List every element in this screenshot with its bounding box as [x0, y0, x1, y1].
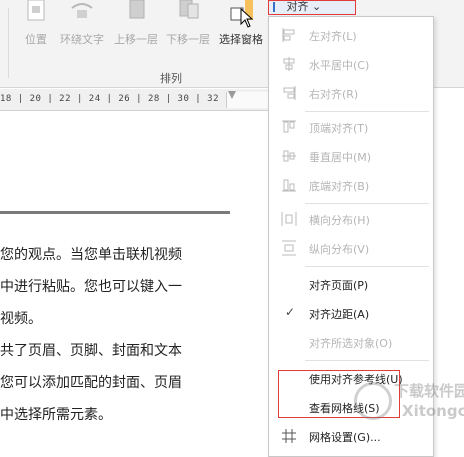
- menu-label: 网格设置(G)...: [309, 431, 381, 444]
- send-backward-button[interactable]: 下移一层: [162, 0, 214, 47]
- wrap-text-button[interactable]: 环绕文字: [54, 0, 110, 47]
- align-bottom-icon: [282, 179, 296, 192]
- ruler-ticks: 18 | 20 | 22 | 24 | 26 | 28 | 30 | 32: [0, 94, 219, 104]
- bring-forward-label: 上移一层: [114, 33, 158, 46]
- horizontal-rule: [0, 211, 230, 214]
- distribute-horizontal-icon: [281, 212, 297, 226]
- menu-separator: [305, 203, 429, 204]
- menu-item-align-page[interactable]: 对齐页面(P): [269, 270, 433, 298]
- ribbon-separator: [8, 8, 9, 78]
- selection-pane-label: 选择窗格: [219, 33, 263, 46]
- send-backward-label: 下移一层: [166, 33, 210, 46]
- document-page[interactable]: 您的观点。当您单击联机视频 中进行粘贴。您也可以键入一 视频。 共了页眉、页脚、…: [0, 112, 268, 457]
- position-icon: [27, 0, 45, 21]
- doc-line-6: 中选择所需元素。: [0, 407, 112, 423]
- menu-item-align-margin[interactable]: ✓ 对齐边距(A): [269, 299, 433, 327]
- align-middle-icon: [282, 150, 296, 162]
- menu-label: 对齐所选对象(O): [309, 337, 393, 350]
- menu-separator: [305, 360, 429, 361]
- menu-item-align-selected[interactable]: 对齐所选对象(O): [269, 328, 433, 356]
- doc-line-3: 视频。: [0, 311, 42, 327]
- chevron-down-icon: ⌄: [312, 0, 322, 13]
- doc-line-4: 共了页眉、页脚、封面和文本: [0, 343, 182, 359]
- mouse-cursor-icon: [240, 8, 254, 28]
- bring-forward-icon: [129, 0, 145, 19]
- align-dropdown-button[interactable]: 对齐 ⌄: [268, 0, 356, 15]
- align-right-icon: [283, 86, 296, 100]
- position-button[interactable]: 位置: [18, 0, 54, 47]
- doc-line-2: 中进行粘贴。您也可以键入一: [0, 279, 182, 295]
- menu-label: 顶端对齐(T): [309, 122, 369, 135]
- grid-settings-icon: [282, 429, 296, 443]
- menu-label: 右对齐(R): [309, 88, 359, 101]
- watermark-logo-icon: [354, 382, 392, 420]
- watermark: 下载软件园 Xitongcheng: [352, 376, 464, 428]
- doc-line-1: 您的观点。当您单击联机视频: [0, 247, 182, 263]
- menu-label: 底端对齐(B): [309, 180, 370, 193]
- menu-label: 对齐页面(P): [309, 279, 369, 292]
- align-left-icon: [282, 28, 295, 42]
- arrange-group-label: 排列: [160, 72, 182, 85]
- align-button-label: 对齐: [286, 0, 309, 13]
- menu-label: 左对齐(L): [309, 30, 357, 43]
- menu-item-align-center[interactable]: 水平居中(C): [269, 50, 433, 78]
- send-backward-icon: [179, 0, 199, 19]
- align-top-icon: [282, 120, 296, 133]
- menu-label: 纵向分布(V): [309, 243, 370, 256]
- menu-item-distribute-horizontal[interactable]: 横向分布(H): [269, 205, 433, 233]
- horizontal-ruler[interactable]: 18 | 20 | 22 | 24 | 26 | 28 | 30 | 32: [0, 89, 268, 111]
- doc-line-5: 您可以添加匹配的封面、页眉: [0, 375, 182, 391]
- menu-item-align-right[interactable]: 右对齐(R): [269, 79, 433, 107]
- wrap-text-icon: [71, 3, 93, 18]
- align-center-icon: [283, 57, 295, 71]
- align-icon: [273, 2, 283, 12]
- position-label: 位置: [25, 33, 47, 46]
- menu-label: 对齐边距(A): [309, 308, 370, 321]
- menu-item-align-top[interactable]: 顶端对齐(T): [269, 113, 433, 141]
- menu-label: 水平居中(C): [309, 59, 370, 72]
- menu-label: 横向分布(H): [309, 214, 370, 227]
- menu-label: 垂直居中(M): [309, 151, 372, 164]
- menu-item-align-left[interactable]: 左对齐(L): [269, 21, 433, 49]
- menu-item-align-middle[interactable]: 垂直居中(M): [269, 142, 433, 170]
- bring-forward-button[interactable]: 上移一层: [110, 0, 162, 47]
- watermark-subtitle: Xitongcheng: [402, 402, 464, 420]
- distribute-vertical-icon: [282, 240, 296, 256]
- checkmark-icon: ✓: [285, 305, 296, 319]
- menu-item-align-bottom[interactable]: 底端对齐(B): [269, 171, 433, 199]
- menu-separator: [305, 111, 429, 112]
- menu-item-distribute-vertical[interactable]: 纵向分布(V): [269, 234, 433, 262]
- menu-separator: [305, 266, 429, 267]
- wrap-text-label: 环绕文字: [60, 33, 104, 46]
- watermark-title: 下载软件园: [394, 382, 464, 400]
